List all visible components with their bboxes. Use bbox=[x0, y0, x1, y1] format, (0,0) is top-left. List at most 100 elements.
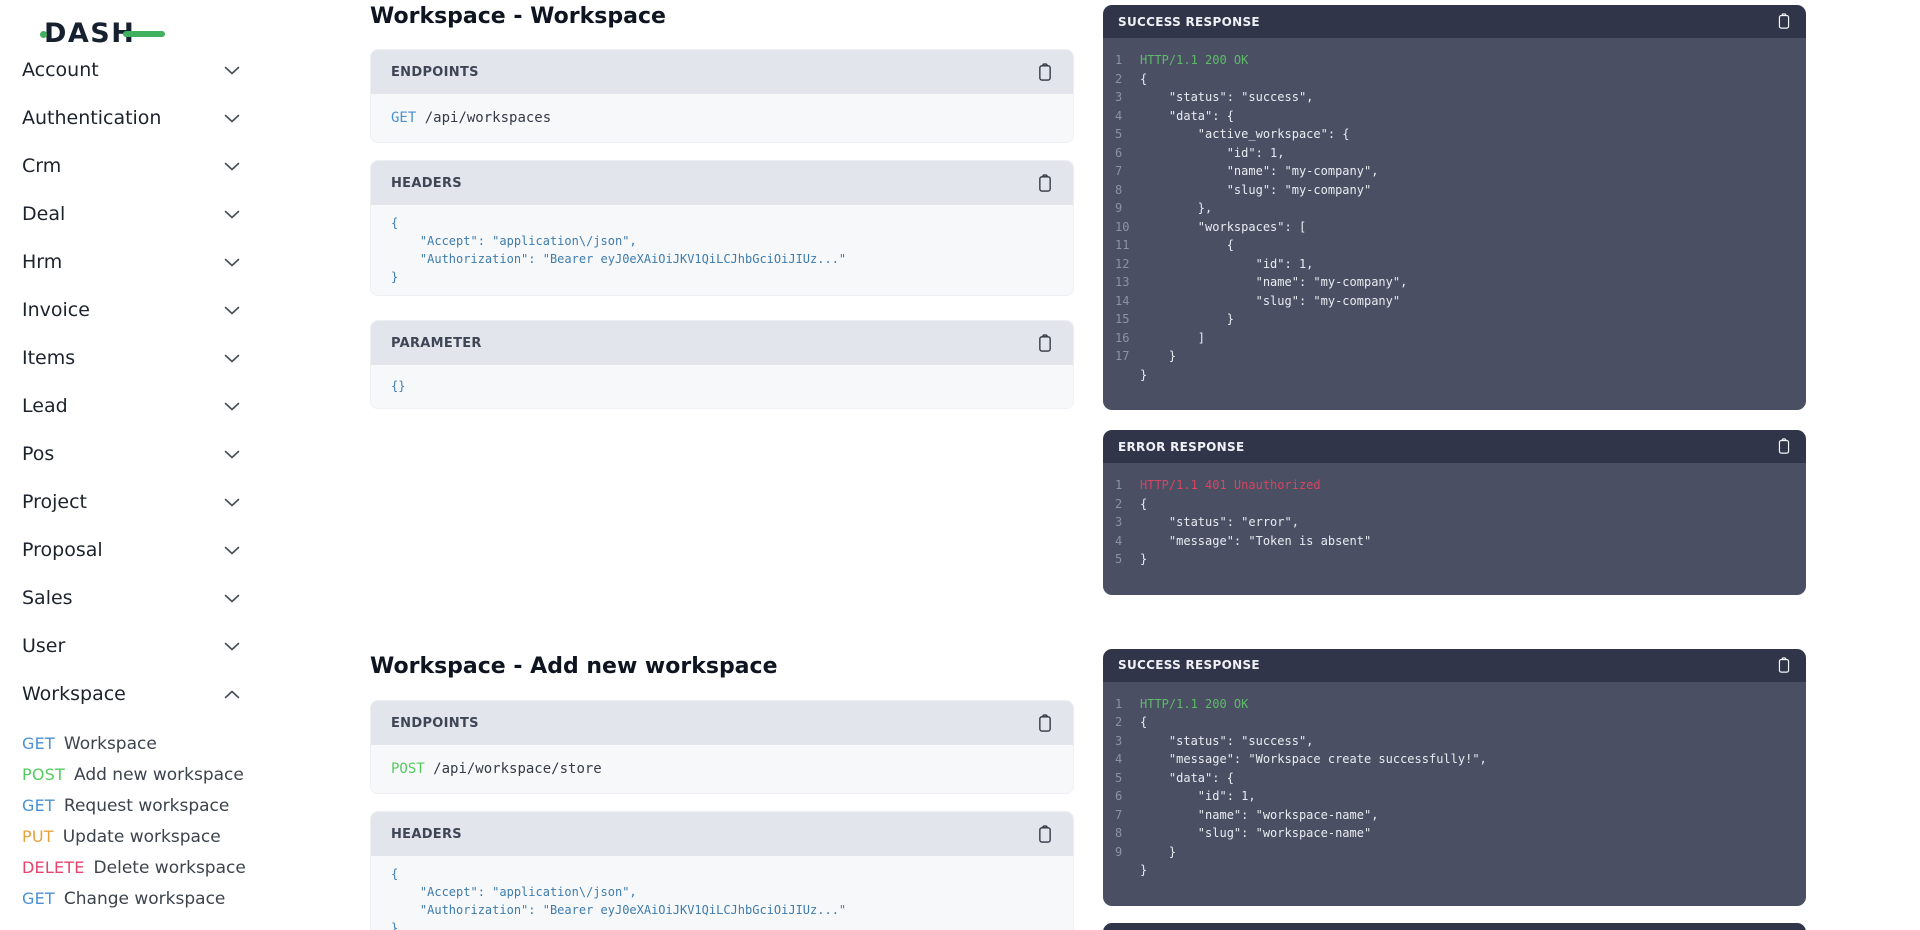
code-line: } bbox=[391, 919, 1053, 930]
code-line: HTTP/1.1 401 Unauthorized bbox=[1140, 476, 1321, 495]
sidebar-item-invoice[interactable]: Invoice bbox=[0, 286, 310, 334]
line-number: 17 bbox=[1115, 347, 1140, 366]
endpoint-row: GET /api/workspaces bbox=[371, 94, 1073, 142]
card-title: HEADERS bbox=[391, 176, 462, 191]
submenu-item-label: Update workspace bbox=[63, 827, 221, 847]
code-line: "active_workspace": { bbox=[1140, 125, 1350, 144]
panel-title: SUCCESS RESPONSE bbox=[1118, 15, 1260, 29]
error-response-panel: ERROR RESPONSE 1HTTP/1.1 401 Unauthorize… bbox=[1103, 430, 1806, 595]
code-line: { bbox=[391, 214, 1053, 232]
code-line: } bbox=[1140, 310, 1234, 329]
code-line: } bbox=[1140, 843, 1176, 862]
code-line: {} bbox=[391, 377, 1053, 395]
code-line: "data": { bbox=[1140, 769, 1234, 788]
submenu-item-label: Workspace bbox=[64, 734, 157, 754]
code-line: "message": "Workspace create successfull… bbox=[1140, 750, 1487, 769]
http-method-badge: PUT bbox=[22, 827, 54, 846]
code-line: "status": "success", bbox=[1140, 88, 1313, 107]
submenu-item-update-workspace[interactable]: PUT Update workspace bbox=[22, 821, 310, 852]
code-block: { "Accept": "application\/json", "Author… bbox=[371, 205, 1073, 295]
code-line: } bbox=[1140, 861, 1147, 880]
clipboard-icon bbox=[1037, 63, 1053, 82]
sidebar-item-lead[interactable]: Lead bbox=[0, 382, 310, 430]
copy-button[interactable] bbox=[1037, 714, 1053, 733]
line-number: 4 bbox=[1115, 107, 1140, 126]
sidebar-item-label: Crm bbox=[22, 155, 61, 177]
clipboard-icon bbox=[1037, 334, 1053, 353]
line-number: 6 bbox=[1115, 144, 1140, 163]
sidebar-item-workspace[interactable]: Workspace bbox=[0, 670, 310, 718]
submenu-item-change-workspace[interactable]: GET Change workspace bbox=[22, 883, 310, 914]
line-number: 4 bbox=[1115, 750, 1140, 769]
line-number: 9 bbox=[1115, 199, 1140, 218]
card-header: PARAMETER bbox=[371, 321, 1073, 365]
chevron-down-icon bbox=[224, 594, 240, 603]
chevron-down-icon bbox=[224, 114, 240, 123]
response-code-block: 1HTTP/1.1 401 Unauthorized 2{ 3 "status"… bbox=[1103, 463, 1806, 595]
panel-header: SUCCESS RESPONSE bbox=[1103, 5, 1806, 38]
code-line: } bbox=[391, 268, 1053, 286]
sidebar-item-label: Account bbox=[22, 59, 99, 81]
sidebar-item-label: Sales bbox=[22, 587, 73, 609]
copy-button[interactable] bbox=[1777, 13, 1791, 30]
copy-button[interactable] bbox=[1777, 438, 1791, 455]
code-line: "id": 1, bbox=[1140, 144, 1285, 163]
code-line: "Authorization": "Bearer eyJ0eXAiOiJKV1Q… bbox=[391, 250, 1053, 268]
line-number bbox=[1115, 861, 1140, 880]
copy-button[interactable] bbox=[1037, 174, 1053, 193]
clipboard-icon bbox=[1037, 714, 1053, 733]
code-line: "id": 1, bbox=[1140, 255, 1313, 274]
sidebar-item-user[interactable]: User bbox=[0, 622, 310, 670]
response-code-block: 1HTTP/1.1 200 OK 2{ 3 "status": "success… bbox=[1103, 682, 1806, 906]
card-header: HEADERS bbox=[371, 161, 1073, 205]
sidebar-item-account[interactable]: Account bbox=[0, 46, 310, 94]
code-line: "Accept": "application\/json", bbox=[391, 232, 1053, 250]
responses-column: SUCCESS RESPONSE 1HTTP/1.1 200 OK 2{ 3 "… bbox=[1103, 0, 1806, 930]
chevron-down-icon bbox=[224, 66, 240, 75]
sidebar-item-pos[interactable]: Pos bbox=[0, 430, 310, 478]
sidebar-item-deal[interactable]: Deal bbox=[0, 190, 310, 238]
submenu-item-request-workspace[interactable]: GET Request workspace bbox=[22, 790, 310, 821]
copy-button[interactable] bbox=[1037, 334, 1053, 353]
code-line: "data": { bbox=[1140, 107, 1234, 126]
chevron-down-icon bbox=[224, 546, 240, 555]
line-number: 1 bbox=[1115, 51, 1140, 70]
sidebar-item-project[interactable]: Project bbox=[0, 478, 310, 526]
logo-accent-dash bbox=[123, 31, 165, 37]
sidebar-item-hrm[interactable]: Hrm bbox=[0, 238, 310, 286]
sidebar-item-sales[interactable]: Sales bbox=[0, 574, 310, 622]
line-number bbox=[1115, 366, 1140, 385]
code-line: "slug": "my-company" bbox=[1140, 292, 1400, 311]
line-number: 3 bbox=[1115, 732, 1140, 751]
copy-button[interactable] bbox=[1037, 825, 1053, 844]
next-response-panel-peek bbox=[1103, 923, 1806, 930]
code-line: "name": "workspace-name", bbox=[1140, 806, 1378, 825]
code-line: } bbox=[1140, 366, 1147, 385]
line-number: 10 bbox=[1115, 218, 1140, 237]
chevron-down-icon bbox=[224, 258, 240, 267]
line-number: 8 bbox=[1115, 824, 1140, 843]
code-block: { "Accept": "application\/json", "Author… bbox=[371, 856, 1073, 930]
sidebar-item-authentication[interactable]: Authentication bbox=[0, 94, 310, 142]
submenu-item-add-new-workspace[interactable]: POST Add new workspace bbox=[22, 759, 310, 790]
chevron-down-icon bbox=[224, 162, 240, 171]
copy-button[interactable] bbox=[1037, 63, 1053, 82]
workspace-submenu: GET Workspace POST Add new workspace GET… bbox=[0, 718, 310, 914]
panel-title: ERROR RESPONSE bbox=[1118, 440, 1244, 454]
submenu-item-label: Delete workspace bbox=[94, 858, 246, 878]
card-title: PARAMETER bbox=[391, 336, 482, 351]
success-response-panel: SUCCESS RESPONSE 1HTTP/1.1 200 OK 2{ 3 "… bbox=[1103, 649, 1806, 906]
line-number: 2 bbox=[1115, 495, 1140, 514]
sidebar-item-proposal[interactable]: Proposal bbox=[0, 526, 310, 574]
http-method-badge: DELETE bbox=[22, 858, 85, 877]
line-number: 11 bbox=[1115, 236, 1140, 255]
sidebar-item-items[interactable]: Items bbox=[0, 334, 310, 382]
submenu-item-workspace[interactable]: GET Workspace bbox=[22, 728, 310, 759]
app-logo[interactable]: DASH bbox=[44, 16, 135, 50]
copy-button[interactable] bbox=[1777, 657, 1791, 674]
endpoints-card: ENDPOINTS GET /api/workspaces bbox=[370, 49, 1074, 143]
section-title: Workspace - Add new workspace bbox=[370, 653, 1074, 681]
endpoints-card: ENDPOINTS POST /api/workspace/store bbox=[370, 700, 1074, 794]
sidebar-item-crm[interactable]: Crm bbox=[0, 142, 310, 190]
submenu-item-delete-workspace[interactable]: DELETE Delete workspace bbox=[22, 852, 310, 883]
